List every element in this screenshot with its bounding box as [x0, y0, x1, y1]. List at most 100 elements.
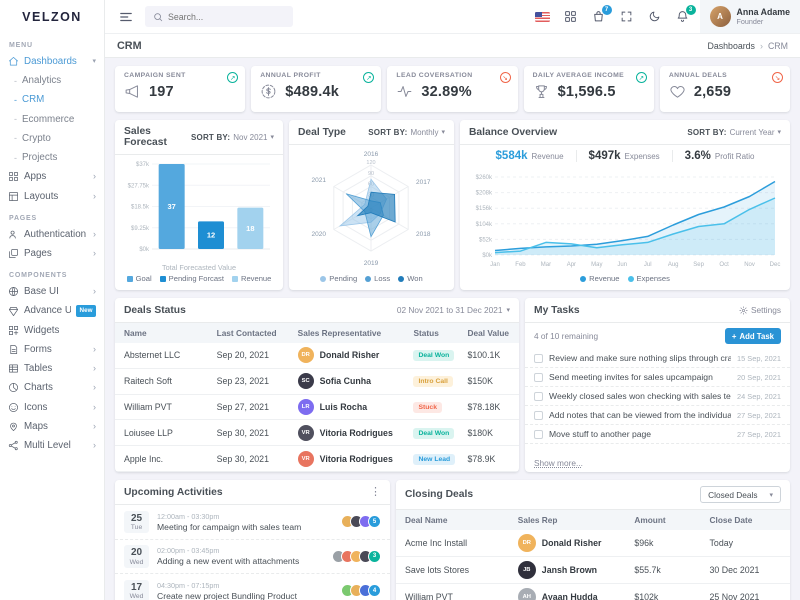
mid-row: Deals Status 02 Nov 2021 to 31 Dec 2021▾…: [115, 298, 790, 472]
sidebar-item-charts[interactable]: Charts›: [0, 378, 104, 397]
sidebar-section-label-menu: MENU: [0, 33, 104, 52]
sidebar-item-label: Widgets: [24, 324, 59, 337]
sidebar-item-tables[interactable]: Tables›: [0, 359, 104, 378]
sidebar-item-apps[interactable]: Apps ›: [0, 167, 104, 186]
deal-type-sort[interactable]: SORT BY:Monthly▾: [368, 128, 445, 137]
activity-day: 25: [124, 513, 149, 525]
tasks-settings-button[interactable]: Settings: [739, 305, 781, 315]
cart-button[interactable]: 7: [588, 6, 610, 28]
fullscreen-button[interactable]: [616, 6, 638, 28]
closing-amount: $55.7k: [634, 565, 709, 575]
activity-day: 17: [124, 582, 149, 594]
svg-text:2020: 2020: [311, 231, 326, 238]
upcoming-activities-card: Upcoming Activities ⋮ 25Tue12:00am - 03:…: [115, 480, 390, 600]
deal-sales-rep: DRDonald Risher: [298, 347, 414, 363]
web-apps-button[interactable]: [560, 6, 582, 28]
charts-icon: [8, 382, 19, 393]
avatar: LR: [298, 399, 314, 415]
heart-icon: [669, 83, 686, 100]
sidebar-item-ecommerce[interactable]: -Ecommerce: [0, 110, 104, 129]
forms-icon: [8, 344, 19, 355]
sales-forecast-sort[interactable]: SORT BY:Nov 2021▾: [191, 133, 274, 142]
deals-status-title: Deals Status: [124, 305, 186, 316]
task-checkbox[interactable]: [534, 430, 543, 439]
upcoming-activities-title: Upcoming Activities: [124, 487, 223, 498]
sidebar-item-advance-ui[interactable]: Advance UINew: [0, 301, 104, 320]
closing-col-amount: Amount: [634, 515, 709, 525]
sidebar-item-pages[interactable]: Pages›: [0, 244, 104, 263]
legend-swatch: [160, 276, 166, 282]
activity-avatars: 3: [332, 550, 381, 563]
sidebar-item-label: Apps: [24, 170, 46, 183]
closing-deal-name: Acme Inc Install: [405, 538, 518, 548]
chevron-right-icon: ›: [93, 172, 96, 181]
sidebar-item-crm[interactable]: -CRM: [0, 90, 104, 109]
sidebar-item-authentication[interactable]: Authentication›: [0, 225, 104, 244]
deal-value: $180K: [468, 428, 510, 438]
deal-value: $100.1K: [468, 350, 510, 360]
balance-overview-sort[interactable]: SORT BY:Current Year▾: [687, 128, 781, 137]
svg-text:$208k: $208k: [476, 191, 493, 197]
avatar: SC: [298, 373, 314, 389]
stat-value: $1,596.5: [558, 84, 616, 100]
balance-overview-chart: $0k$52k$104k$156k$208k$260kJanFebMarAprM…: [460, 164, 790, 290]
breadcrumb-dashboards[interactable]: Dashboards: [708, 41, 755, 51]
activities-menu-button[interactable]: ⋮: [370, 487, 381, 498]
legend-item-expenses: Expenses: [628, 274, 670, 283]
task-item: Move stuff to another page27 Sep, 2021: [525, 425, 790, 444]
balance-profit-ratio: 3.6%Profit Ratio: [672, 150, 767, 162]
task-checkbox[interactable]: [534, 373, 543, 382]
sidebar-item-maps[interactable]: Maps›: [0, 417, 104, 436]
task-checkbox[interactable]: [534, 411, 543, 420]
closing-deals-filter[interactable]: Closed Deals▾: [700, 486, 781, 503]
stat-value: 32.89%: [421, 84, 471, 100]
sidebar-item-forms[interactable]: Forms›: [0, 340, 104, 359]
avatar: DR: [298, 347, 314, 363]
add-task-button[interactable]: +Add Task: [725, 328, 781, 344]
legend-item-pending: Pending: [320, 274, 357, 283]
sidebar-item-widgets[interactable]: Widgets: [0, 321, 104, 340]
brand-logo[interactable]: VELZON: [0, 0, 104, 33]
closing-col-sales-rep: Sales Rep: [518, 515, 635, 525]
legend-item-revenue: Revenue: [580, 274, 619, 283]
deal-sales-rep: VRVitoria Rodrigues: [298, 425, 414, 441]
sidebar-item-icons[interactable]: Icons›: [0, 398, 104, 417]
balance-expenses: $497kExpenses: [576, 150, 672, 162]
deal-sales-rep: LRLuis Rocha: [298, 399, 414, 415]
user-menu[interactable]: A Anna Adame Founder: [700, 0, 800, 33]
stat-label: ANNUAL PROFIT: [260, 72, 372, 79]
sidebar-item-projects[interactable]: -Projects: [0, 148, 104, 167]
show-more-link[interactable]: Show more...: [525, 454, 790, 472]
svg-text:$0k: $0k: [139, 247, 150, 253]
sidebar-item-multi-level[interactable]: Multi Level›: [0, 436, 104, 455]
notifications-button[interactable]: 3: [672, 6, 694, 28]
task-checkbox[interactable]: [534, 354, 543, 363]
hamburger-button[interactable]: [115, 6, 137, 28]
chevron-right-icon: ›: [93, 287, 96, 296]
grid-icon: [564, 10, 577, 23]
svg-text:Nov: Nov: [744, 262, 755, 268]
task-checkbox[interactable]: [534, 392, 543, 401]
deal-value: $150K: [468, 376, 510, 386]
search-input[interactable]: [168, 12, 278, 22]
sidebar-section-label-pages: PAGES: [0, 206, 104, 225]
sidebar-item-layouts[interactable]: Layouts›: [0, 187, 104, 206]
moon-icon: [648, 10, 661, 23]
sidebar-item-crypto[interactable]: -Crypto: [0, 129, 104, 148]
language-flag-button[interactable]: [532, 6, 554, 28]
sidebar-nav: MENUDashboards▾-Analytics-CRM-Ecommerce-…: [0, 33, 104, 455]
sidebar-item-dashboards[interactable]: Dashboards▾: [0, 52, 104, 71]
dark-mode-button[interactable]: [644, 6, 666, 28]
gear-icon: [739, 306, 748, 315]
deals-row-apple-inc: Apple Inc.Sep 30, 2021VRVitoria Rodrigue…: [115, 446, 519, 472]
submenu-dash-icon: -: [14, 94, 17, 106]
deals-date-range[interactable]: 02 Nov 2021 to 31 Dec 2021▾: [397, 305, 510, 315]
deals-col-status: Status: [413, 328, 467, 338]
home-icon: [8, 56, 19, 67]
sidebar-item-analytics[interactable]: -Analytics: [0, 71, 104, 90]
closing-date: 25 Nov 2021: [710, 592, 781, 600]
legend-swatch: [580, 276, 586, 282]
sidebar-item-label: Authentication: [24, 228, 86, 241]
sidebar-item-base-ui[interactable]: Base UI›: [0, 282, 104, 301]
sidebar-item-label: CRM: [22, 93, 44, 106]
